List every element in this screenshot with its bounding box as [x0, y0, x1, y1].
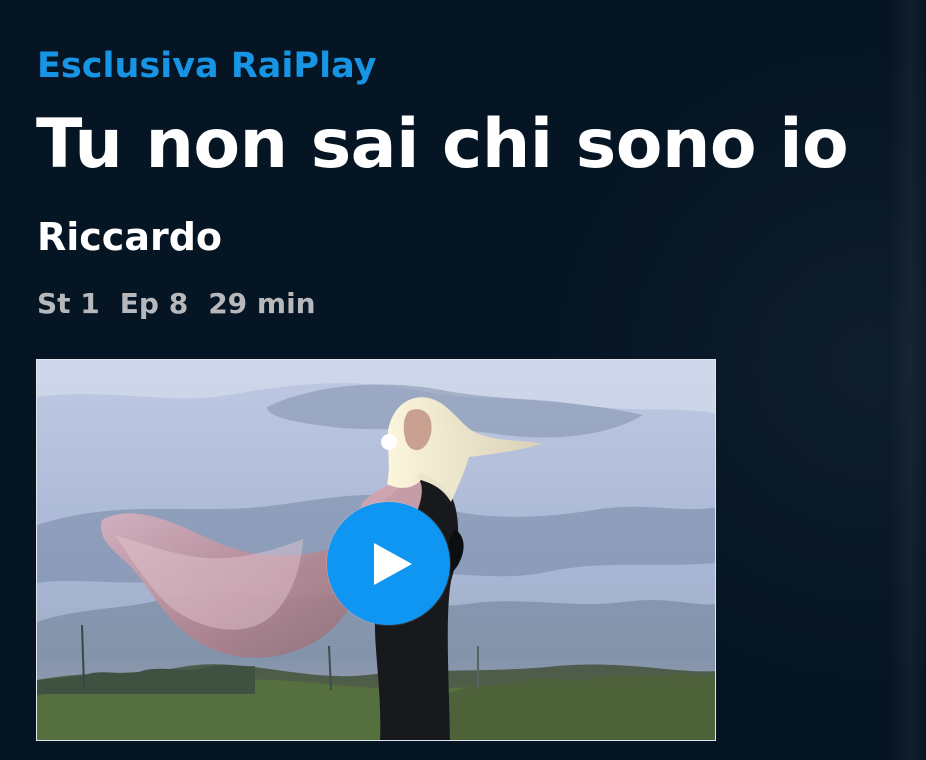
episode-title: Riccardo — [37, 215, 223, 259]
play-icon — [373, 542, 412, 585]
season-label: St 1 — [37, 286, 100, 320]
episode-detail-page: Esclusiva RaiPlay Tu non sai chi sono io… — [0, 0, 926, 760]
episode-label: Ep 8 — [119, 286, 189, 320]
program-title: Tu non sai chi sono io — [36, 105, 849, 184]
background-sheen — [890, 0, 926, 760]
video-thumbnail[interactable] — [36, 359, 716, 741]
duration-label: 29 min — [208, 286, 316, 320]
episode-metadata: St 1 Ep 8 29 min — [37, 284, 316, 322]
play-button[interactable] — [327, 502, 450, 625]
exclusive-label: Esclusiva RaiPlay — [37, 46, 377, 86]
